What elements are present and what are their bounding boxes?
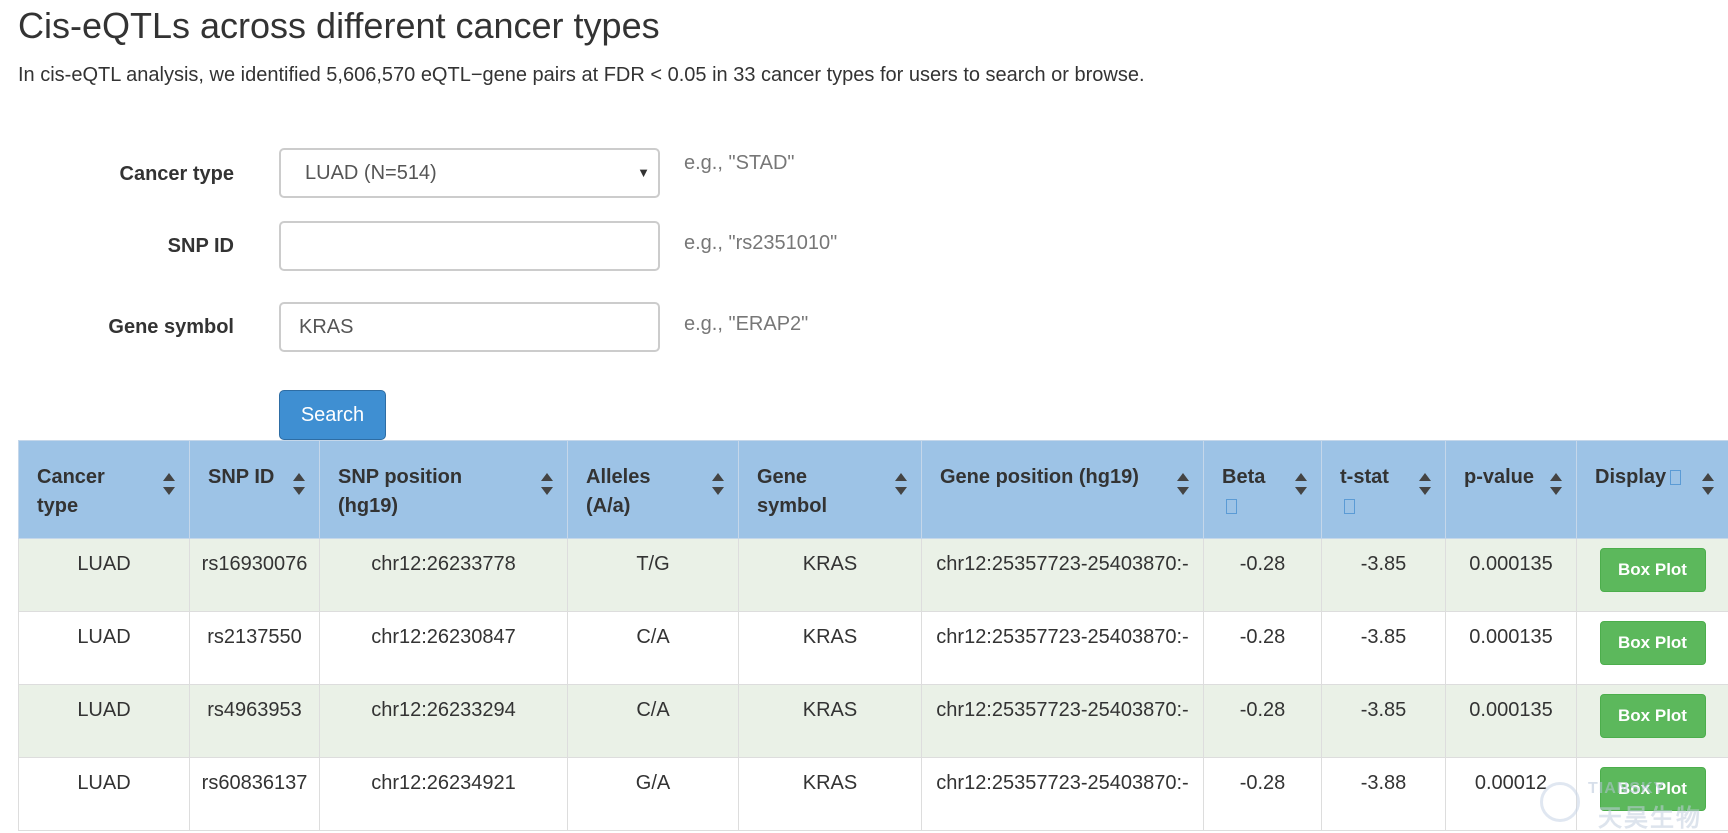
cell-gene-position: chr12:25357723-25403870:- [922, 758, 1204, 831]
cell-beta: -0.28 [1204, 612, 1322, 685]
cell-gene-position: chr12:25357723-25403870:- [922, 539, 1204, 612]
cell-gene-symbol: KRAS [739, 685, 922, 758]
watermark-text-chinese: 天昊生物 [1598, 798, 1702, 833]
box-plot-button[interactable]: Box Plot [1600, 548, 1706, 592]
cell-gene-symbol: KRAS [739, 758, 922, 831]
cell-alleles: G/A [568, 758, 739, 831]
column-header-display[interactable]: Display [1577, 441, 1728, 539]
column-header-t-stat[interactable]: t-stat [1322, 441, 1446, 539]
page-title: Cis-eQTLs across different cancer types [18, 4, 660, 48]
cell-cancer-type: LUAD [19, 758, 190, 831]
snp-id-label: SNP ID [14, 233, 234, 259]
sort-icon [1295, 473, 1307, 495]
table-header-row: Cancer type SNP ID SNP position (hg19) A… [19, 441, 1728, 539]
sort-icon [895, 473, 907, 495]
column-header-p-value[interactable]: p-value [1446, 441, 1577, 539]
cell-alleles: C/A [568, 685, 739, 758]
cell-snp-position: chr12:26230847 [320, 612, 568, 685]
cell-cancer-type: LUAD [19, 539, 190, 612]
cell-gene-symbol: KRAS [739, 612, 922, 685]
table-row: LUAD rs60836137 chr12:26234921 G/A KRAS … [19, 758, 1728, 831]
cell-t-stat: -3.85 [1322, 685, 1446, 758]
cell-cancer-type: LUAD [19, 612, 190, 685]
cell-beta: -0.28 [1204, 685, 1322, 758]
table-row: LUAD rs16930076 chr12:26233778 T/G KRAS … [19, 539, 1728, 612]
box-plot-button[interactable]: Box Plot [1600, 621, 1706, 665]
cell-beta: -0.28 [1204, 758, 1322, 831]
cell-beta: -0.28 [1204, 539, 1322, 612]
cell-gene-symbol: KRAS [739, 539, 922, 612]
cell-t-stat: -3.88 [1322, 758, 1446, 831]
sort-icon [712, 473, 724, 495]
cell-display: Box Plot [1577, 685, 1728, 758]
cell-snp-id: rs4963953 [190, 685, 320, 758]
column-header-cancer-type[interactable]: Cancer type [19, 441, 190, 539]
cell-snp-id: rs60836137 [190, 758, 320, 831]
column-header-beta[interactable]: Beta [1204, 441, 1322, 539]
cell-display: Box Plot [1577, 539, 1728, 612]
box-plot-button[interactable]: Box Plot [1600, 694, 1706, 738]
cell-display: Box Plot [1577, 612, 1728, 685]
cell-t-stat: -3.85 [1322, 612, 1446, 685]
cell-alleles: T/G [568, 539, 739, 612]
snp-id-input[interactable] [279, 221, 660, 271]
sort-icon [1177, 473, 1189, 495]
cell-snp-id: rs16930076 [190, 539, 320, 612]
cell-snp-position: chr12:26234921 [320, 758, 568, 831]
watermark-logo: TIANSKY 天昊生物 [1540, 778, 1710, 826]
cancer-type-label: Cancer type [14, 161, 234, 187]
sort-icon [1702, 473, 1714, 495]
sort-icon [293, 473, 305, 495]
sort-icon [541, 473, 553, 495]
column-header-snp-position[interactable]: SNP position (hg19) [320, 441, 568, 539]
cell-p-value: 0.000135 [1446, 685, 1577, 758]
column-header-gene-symbol[interactable]: Gene symbol [739, 441, 922, 539]
dropdown-arrow-icon: ▼ [637, 150, 650, 196]
snp-id-hint: e.g., "rs2351010" [684, 230, 837, 256]
search-button[interactable]: Search [279, 390, 386, 440]
cancer-type-select[interactable]: LUAD (N=514) ▼ [279, 148, 660, 198]
table-row: LUAD rs4963953 chr12:26233294 C/A KRAS c… [19, 685, 1728, 758]
intro-text: In cis-eQTL analysis, we identified 5,60… [18, 62, 1145, 88]
column-header-gene-position[interactable]: Gene position (hg19) [922, 441, 1204, 539]
sort-icon [1550, 473, 1562, 495]
gene-symbol-hint: e.g., "ERAP2" [684, 311, 808, 337]
cell-snp-id: rs2137550 [190, 612, 320, 685]
info-icon[interactable] [1226, 499, 1237, 514]
cell-p-value: 0.000135 [1446, 539, 1577, 612]
watermark-text-latin: TIANSKY [1588, 780, 1665, 798]
gene-symbol-label: Gene symbol [14, 314, 234, 340]
cancer-type-hint: e.g., "STAD" [684, 150, 795, 176]
cell-p-value: 0.000135 [1446, 612, 1577, 685]
cancer-type-selected-value: LUAD (N=514) [305, 162, 437, 184]
sort-icon [1419, 473, 1431, 495]
cell-cancer-type: LUAD [19, 685, 190, 758]
cell-t-stat: -3.85 [1322, 539, 1446, 612]
column-header-alleles[interactable]: Alleles (A/a) [568, 441, 739, 539]
logo-circle-icon [1540, 782, 1580, 822]
info-icon[interactable] [1344, 499, 1355, 514]
cell-gene-position: chr12:25357723-25403870:- [922, 685, 1204, 758]
info-icon[interactable] [1670, 470, 1681, 485]
cell-snp-position: chr12:26233778 [320, 539, 568, 612]
cell-alleles: C/A [568, 612, 739, 685]
gene-symbol-input[interactable] [279, 302, 660, 352]
cell-snp-position: chr12:26233294 [320, 685, 568, 758]
column-header-snp-id[interactable]: SNP ID [190, 441, 320, 539]
sort-icon [163, 473, 175, 495]
table-row: LUAD rs2137550 chr12:26230847 C/A KRAS c… [19, 612, 1728, 685]
results-table: Cancer type SNP ID SNP position (hg19) A… [18, 440, 1728, 831]
cell-gene-position: chr12:25357723-25403870:- [922, 612, 1204, 685]
